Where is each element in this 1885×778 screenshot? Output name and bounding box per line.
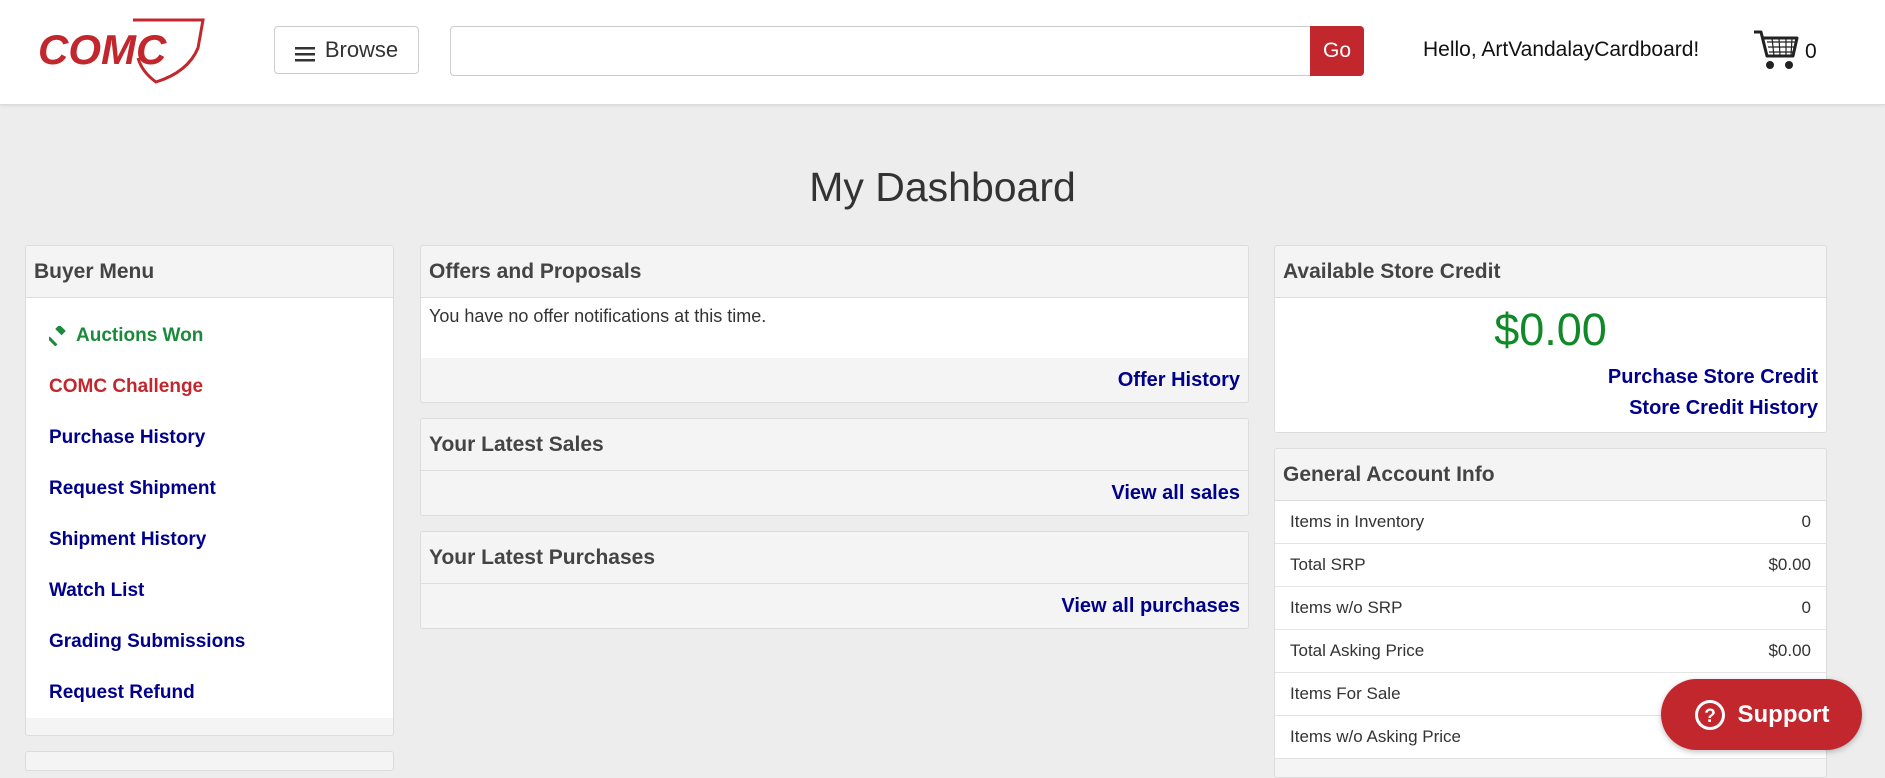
purchase-store-credit-link[interactable]: Purchase Store Credit (1608, 366, 1818, 389)
row-value: $0.00 (1768, 641, 1811, 660)
latest-sales-panel: Your Latest Sales View all sales (420, 418, 1249, 516)
row-label: Items in Inventory (1290, 512, 1425, 531)
store-credit-amount: $0.00 (1275, 298, 1826, 358)
buyer-menu-list: Auctions Won COMC Challenge Purchase His… (26, 298, 393, 718)
row-label: Total SRP (1290, 555, 1366, 574)
offers-footer: Offer History (421, 358, 1248, 402)
menu-item-auctions-won[interactable]: Auctions Won (26, 310, 393, 361)
row-label: Items w/o SRP (1290, 598, 1403, 617)
view-all-sales-link[interactable]: View all sales (1111, 482, 1240, 505)
view-all-purchases-link[interactable]: View all purchases (1061, 595, 1240, 618)
row-label: Total Asking Price (1290, 641, 1425, 660)
menu-item-label: COMC Challenge (49, 375, 204, 397)
offer-history-link[interactable]: Offer History (1118, 369, 1240, 392)
site-header: COMC Browse Go Hello, ArtVandalayCardboa… (0, 0, 1885, 105)
go-button[interactable]: Go (1310, 26, 1364, 76)
row-label: Items For Sale (1290, 684, 1401, 703)
latest-purchases-footer: View all purchases (421, 584, 1248, 628)
menu-item-label: Shipment History (49, 528, 207, 550)
store-credit-links: Purchase Store Credit Store Credit Histo… (1275, 358, 1826, 432)
cart-count: 0 (1805, 40, 1817, 63)
support-label: Support (1737, 700, 1830, 728)
cart-icon[interactable] (1752, 28, 1800, 72)
menu-item-label: Auctions Won (76, 324, 204, 346)
menu-item-shipment-history[interactable]: Shipment History (26, 514, 393, 565)
search-input[interactable] (450, 26, 1312, 76)
row-value: $0.00 (1768, 555, 1811, 574)
latest-purchases-panel: Your Latest Purchases View all purchases (420, 531, 1249, 629)
page-title: My Dashboard (809, 164, 1076, 210)
table-row: Total SRP $0.00 (1275, 544, 1826, 587)
menu-item-purchase-history[interactable]: Purchase History (26, 412, 393, 463)
user-greeting[interactable]: Hello, ArtVandalayCardboard! (1423, 38, 1699, 62)
buyer-menu-secondary-panel (25, 751, 394, 771)
menu-item-label: Request Shipment (49, 477, 216, 499)
offers-message: You have no offer notifications at this … (421, 298, 1248, 358)
svg-text:?: ? (1704, 706, 1716, 727)
account-info-title: General Account Info (1275, 449, 1826, 501)
store-credit-history-link[interactable]: Store Credit History (1629, 397, 1818, 420)
svg-text:COMC: COMC (38, 26, 167, 73)
buyer-menu-title: Buyer Menu (26, 246, 393, 298)
browse-label: Browse (324, 37, 399, 62)
menu-item-watch-list[interactable]: Watch List (26, 565, 393, 616)
menu-icon (294, 42, 315, 62)
menu-item-label: Request Refund (49, 681, 195, 703)
store-credit-panel: Available Store Credit $0.00 Purchase St… (1274, 245, 1827, 433)
buyer-menu-panel: Buyer Menu Auctions Won COMC Challenge P… (25, 245, 394, 736)
offers-panel: Offers and Proposals You have no offer n… (420, 245, 1249, 403)
offers-title: Offers and Proposals (421, 246, 1248, 298)
table-row: Items in Inventory 0 (1275, 501, 1826, 544)
table-row: Total Asking Price $0.00 (1275, 630, 1826, 673)
support-button[interactable]: ? Support (1661, 679, 1862, 750)
menu-item-request-refund[interactable]: Request Refund (26, 667, 393, 718)
menu-item-request-shipment[interactable]: Request Shipment (26, 463, 393, 514)
menu-item-label: Purchase History (49, 426, 206, 448)
menu-item-comc-challenge[interactable]: COMC Challenge (26, 361, 393, 412)
browse-button[interactable]: Browse (274, 26, 419, 74)
store-credit-title: Available Store Credit (1275, 246, 1826, 298)
comc-logo[interactable]: COMC (38, 14, 208, 86)
latest-sales-footer: View all sales (421, 471, 1248, 515)
menu-item-grading-submissions[interactable]: Grading Submissions (26, 616, 393, 667)
gavel-icon (47, 324, 69, 346)
latest-purchases-title: Your Latest Purchases (421, 532, 1248, 584)
menu-item-label: Watch List (49, 579, 145, 601)
menu-item-label: Grading Submissions (49, 630, 246, 652)
row-value: 0 (1801, 512, 1811, 531)
row-value: 0 (1801, 598, 1811, 617)
table-row: Items w/o SRP 0 (1275, 587, 1826, 630)
latest-sales-title: Your Latest Sales (421, 419, 1248, 471)
question-circle-icon: ? (1694, 699, 1726, 731)
row-label: Items w/o Asking Price (1290, 727, 1462, 746)
